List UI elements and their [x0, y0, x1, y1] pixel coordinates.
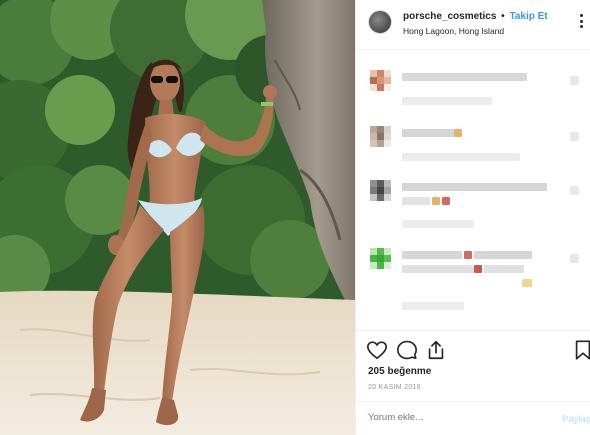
comment-text-pixelated: [484, 265, 524, 273]
commenter-avatar: [370, 70, 392, 92]
username-link[interactable]: porsche_cosmetics: [403, 11, 496, 22]
comment-meta-pixelated: [402, 220, 474, 228]
post-photo[interactable]: [0, 0, 355, 435]
comment-text-pixelated: [402, 197, 430, 205]
comment-text-pixelated: [402, 265, 474, 273]
comment-like-icon[interactable]: [570, 186, 579, 195]
separator-dot: •: [501, 11, 505, 22]
comment-emoji-pixelated: [522, 279, 532, 287]
list-item: [356, 248, 590, 310]
more-options-icon[interactable]: [576, 14, 586, 28]
likes-count[interactable]: 205 beğenme: [368, 366, 431, 377]
comment-emoji-pixelated: [454, 129, 462, 137]
list-item: [356, 70, 590, 130]
save-bookmark-icon[interactable]: [572, 339, 590, 361]
comment-like-icon[interactable]: [570, 254, 579, 263]
comment-text-pixelated: [402, 129, 454, 137]
post-header: porsche_cosmetics • Takip Et Hong Lagoon…: [356, 0, 590, 50]
location-link[interactable]: Hong Lagoon, Hong Island: [403, 26, 504, 36]
comment-text-pixelated: [402, 183, 547, 191]
comment-emoji-pixelated: [442, 197, 450, 205]
comment-meta-pixelated: [402, 302, 464, 310]
comment-input[interactable]: [368, 412, 538, 423]
comment-text-pixelated: [474, 251, 532, 259]
comment-meta-pixelated: [402, 153, 520, 161]
header-title: porsche_cosmetics • Takip Et: [403, 11, 548, 22]
follow-button[interactable]: Takip Et: [509, 11, 547, 22]
comment-box: Paylaş: [356, 401, 590, 435]
post-actions: 205 beğenme 20 KASIM 2018 Paylaş: [356, 330, 590, 435]
commenter-avatar: [370, 180, 392, 202]
comment-meta-pixelated: [402, 97, 492, 105]
avatar[interactable]: [368, 10, 392, 34]
comment-text-pixelated: [402, 251, 462, 259]
comment-like-icon[interactable]: [570, 132, 579, 141]
post-image: [0, 0, 355, 435]
list-item: [356, 180, 590, 240]
post-date: 20 KASIM 2018: [368, 384, 421, 391]
comment-like-icon[interactable]: [570, 76, 579, 85]
post-side-panel: porsche_cosmetics • Takip Et Hong Lagoon…: [355, 0, 590, 435]
commenter-avatar: [370, 248, 392, 270]
like-heart-icon[interactable]: [366, 339, 388, 361]
commenter-avatar: [370, 126, 392, 148]
comments-list: [356, 50, 590, 330]
comment-bubble-icon[interactable]: [396, 339, 418, 361]
comment-emoji-pixelated: [432, 197, 440, 205]
comment-emoji-pixelated: [474, 265, 482, 273]
post-button[interactable]: Paylaş: [562, 414, 590, 425]
list-item: [356, 126, 590, 186]
comment-text-pixelated: [402, 73, 527, 81]
share-icon[interactable]: [425, 339, 447, 361]
comment-emoji-pixelated: [464, 251, 472, 259]
